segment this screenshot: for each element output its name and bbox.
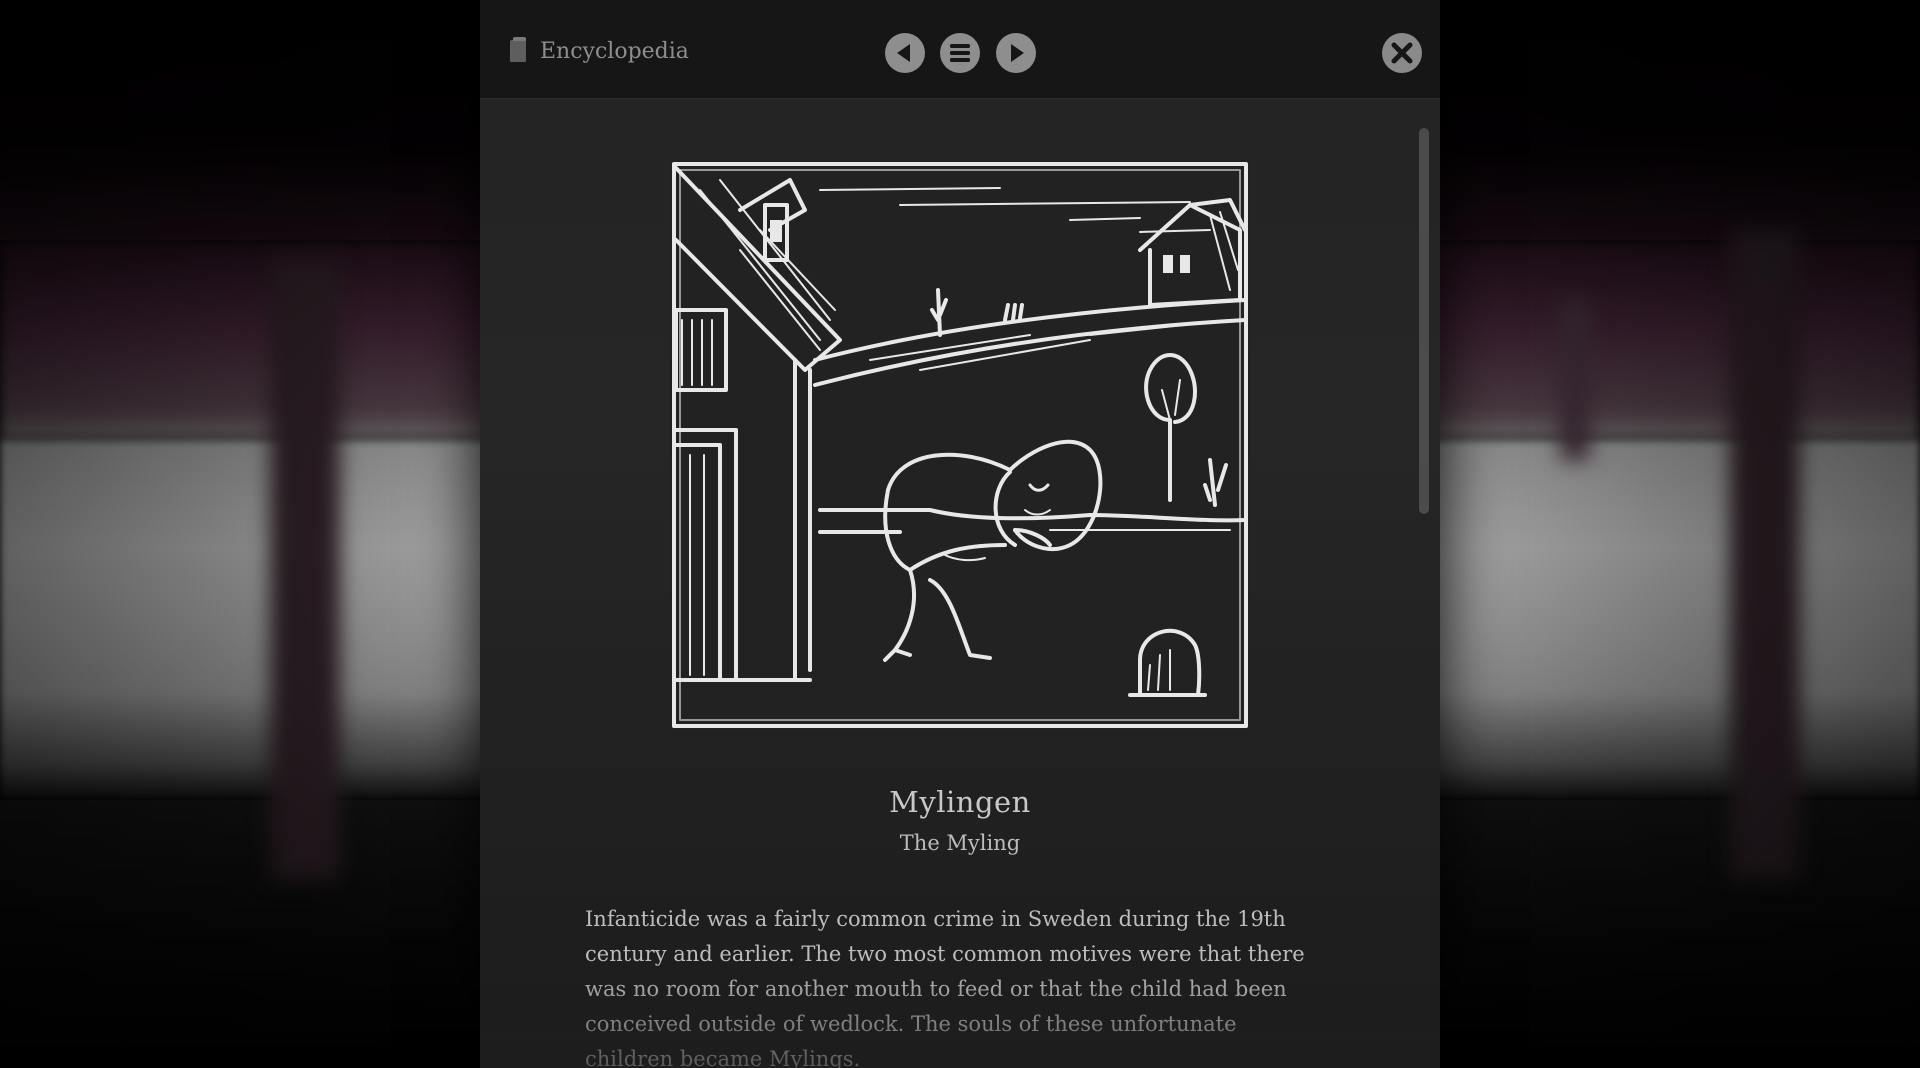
previous-entry-button[interactable]: [885, 33, 925, 73]
close-icon: [1391, 42, 1413, 64]
encyclopedia-panel: Encyclopedia Mylingen The Myling Infanti…: [480, 0, 1440, 1068]
next-entry-button[interactable]: [996, 33, 1036, 73]
entry-title: Mylingen: [889, 785, 1031, 819]
header-title: Encyclopedia: [540, 39, 689, 64]
menu-icon: [950, 44, 970, 62]
scrollbar-thumb[interactable]: [1419, 128, 1429, 514]
myling-illustration: [670, 160, 1250, 732]
next-arrow-icon: [1011, 44, 1024, 62]
entry-body-text: Infanticide was a fairly common crime in…: [585, 907, 1305, 1068]
entries-menu-button[interactable]: [940, 33, 980, 73]
book-icon: [510, 37, 526, 62]
previous-arrow-icon: [897, 44, 910, 62]
entry-subtitle: The Myling: [899, 831, 1021, 855]
close-button[interactable]: [1382, 33, 1422, 73]
encyclopedia-header: Encyclopedia: [480, 0, 1440, 99]
game-screen: Encyclopedia Mylingen The Myling Infanti…: [0, 0, 1920, 1068]
